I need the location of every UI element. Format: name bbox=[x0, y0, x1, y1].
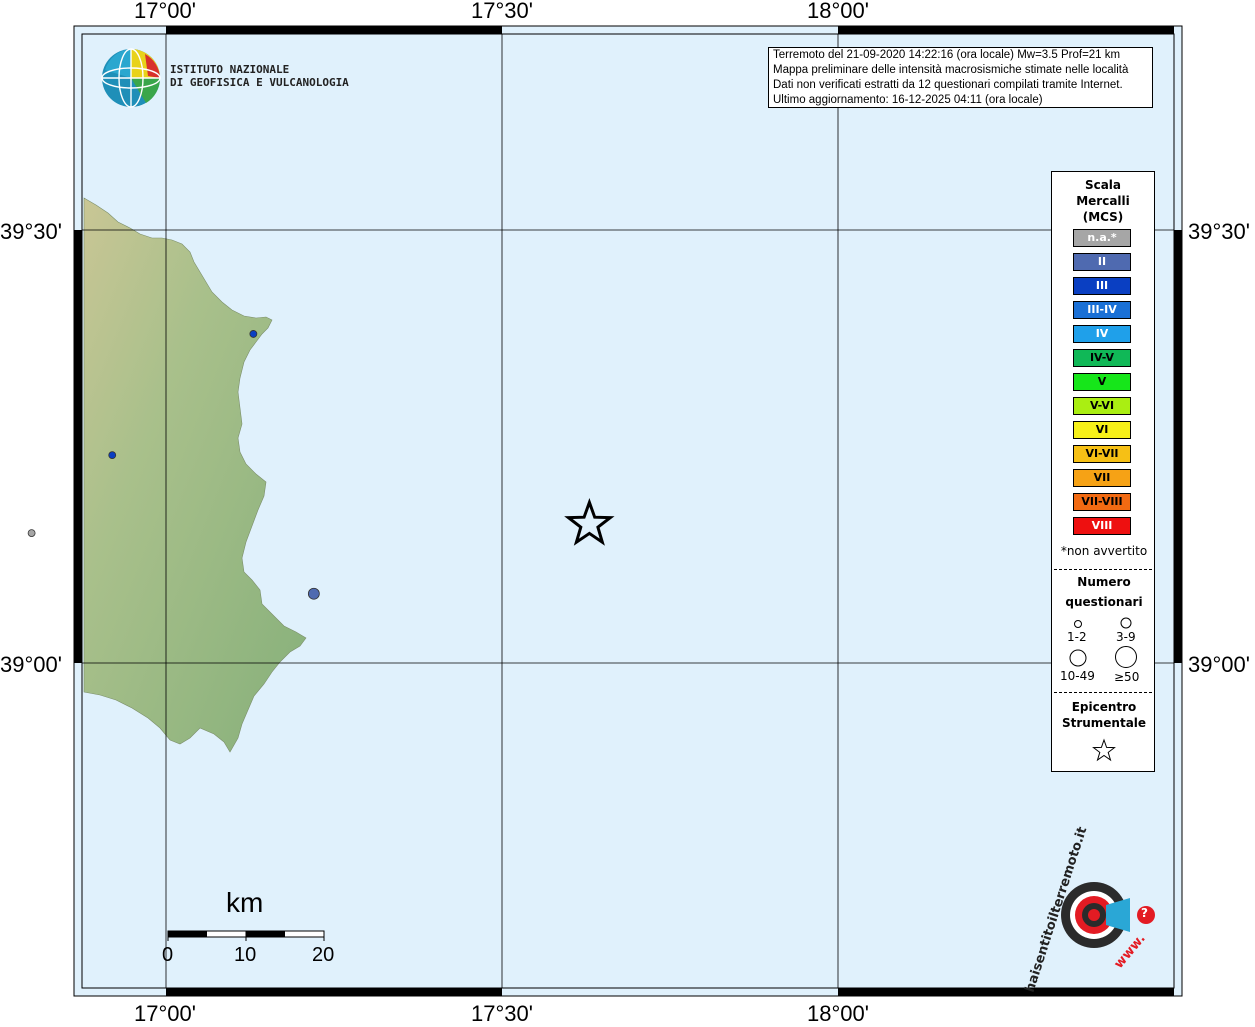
info-line4: Ultimo aggiornamento: 16-12-2025 04:11 (… bbox=[773, 94, 1043, 106]
legend-title-1: Scala bbox=[1084, 178, 1122, 192]
intensity-swatch-vvi: V-VI bbox=[1073, 397, 1131, 415]
count-title-1: Numero bbox=[1077, 575, 1131, 589]
intensity-swatch-vii: VII bbox=[1073, 469, 1131, 487]
intensity-swatch-viiviii: VII-VIII bbox=[1073, 493, 1131, 511]
count-symbol-3-9 bbox=[1120, 617, 1132, 629]
intensity-swatch-iiiiv: III-IV bbox=[1073, 301, 1131, 319]
lon-label-top-1730: 17°30' bbox=[471, 0, 533, 23]
count-label-1-2: 1-2 bbox=[1067, 630, 1087, 644]
intensity-point-3 bbox=[27, 529, 36, 537]
epicenter-title-2: Strumentale bbox=[1061, 716, 1147, 730]
legend-divider-2 bbox=[1054, 692, 1152, 693]
lat-label-right-3900: 39°00' bbox=[1188, 652, 1250, 677]
intensity-swatch-na: n.a.* bbox=[1073, 229, 1131, 247]
legend-note: *non avvertito bbox=[1060, 544, 1148, 558]
ingv-logo-icon bbox=[101, 48, 161, 108]
count-label-10-49: 10-49 bbox=[1060, 669, 1095, 683]
lat-label-left-3930: 39°30' bbox=[0, 219, 62, 244]
intensity-point-4 bbox=[307, 587, 320, 600]
lon-label-top-1700: 17°00' bbox=[134, 0, 196, 23]
lat-label-right-3930: 39°30' bbox=[1188, 219, 1250, 244]
event-info-box: Terremoto del 21-09-2020 14:22:16 (ora l… bbox=[768, 47, 1153, 108]
lon-label-bottom-1700: 17°00' bbox=[134, 1001, 196, 1026]
scale-label-0: 0 bbox=[162, 944, 174, 966]
count-symbol-50 bbox=[1115, 646, 1137, 668]
count-label-3-9: 3-9 bbox=[1116, 630, 1136, 644]
intensity-swatch-vi: VI bbox=[1073, 421, 1131, 439]
intensity-swatch-ii: II bbox=[1073, 253, 1131, 271]
scale-unit: km bbox=[226, 887, 264, 918]
epicenter-legend-star-icon bbox=[1092, 738, 1116, 762]
intensity-point-1 bbox=[249, 330, 258, 338]
info-line2: Mappa preliminare delle intensità macros… bbox=[773, 64, 1129, 76]
legend-title: Scala Mercalli (MCS) bbox=[1052, 177, 1154, 225]
lon-label-bottom-1730: 17°30' bbox=[471, 1001, 533, 1026]
count-title-2: questionari bbox=[1065, 595, 1143, 609]
legend-panel: Scala Mercalli (MCS) n.a.* II III III-IV IV I… bbox=[1051, 171, 1155, 772]
ingv-line1: ISTITUTO NAZIONALE bbox=[170, 63, 290, 76]
lon-label-bottom-1800: 18°00' bbox=[807, 1001, 869, 1026]
intensity-point-2 bbox=[108, 451, 117, 460]
ingv-logo-text: ISTITUTO NAZIONALE DI GEOFISICA E VULCAN… bbox=[170, 63, 349, 89]
lat-label-left-3900: 39°00' bbox=[0, 652, 62, 677]
lon-label-top-1800: 18°00' bbox=[807, 0, 869, 23]
count-symbol-10-49 bbox=[1069, 649, 1087, 667]
info-line3: Dati non verificati estratti da 12 quest… bbox=[773, 79, 1123, 91]
badge-question: ? bbox=[1141, 906, 1148, 920]
count-symbol-1-2 bbox=[1074, 620, 1082, 628]
intensity-swatch-v: V bbox=[1073, 373, 1131, 391]
legend-divider bbox=[1054, 569, 1152, 570]
scale-label-20: 20 bbox=[312, 944, 335, 966]
intensity-swatch-ivv: IV-V bbox=[1073, 349, 1131, 367]
legend-title-3: (MCS) bbox=[1082, 210, 1124, 224]
legend-title-2: Mercalli bbox=[1076, 194, 1130, 208]
scale-label-10: 10 bbox=[234, 944, 257, 966]
count-label-50: ≥50 bbox=[1114, 670, 1140, 684]
ingv-line2: DI GEOFISICA E VULCANOLOGIA bbox=[170, 76, 349, 89]
intensity-swatch-iv: IV bbox=[1073, 325, 1131, 343]
epicenter-title-1: Epicentro bbox=[1071, 700, 1137, 714]
intensity-swatch-viii: VIII bbox=[1073, 517, 1131, 535]
info-line1: Terremoto del 21-09-2020 14:22:16 (ora l… bbox=[773, 49, 1121, 61]
intensity-swatch-iii: III bbox=[1073, 277, 1131, 295]
intensity-swatch-vivii: VI-VII bbox=[1073, 445, 1131, 463]
